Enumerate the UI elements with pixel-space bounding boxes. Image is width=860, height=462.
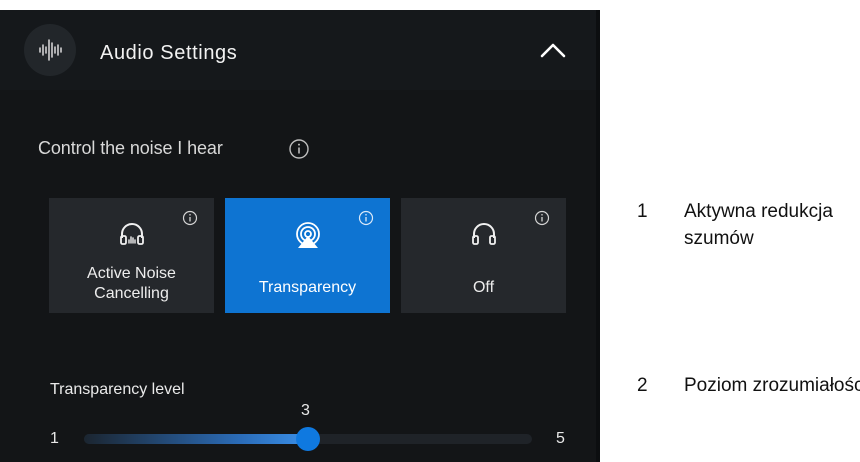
audio-waveform-icon [24,24,76,76]
slider-fill [84,434,308,444]
audio-settings-panel: Audio Settings Control the noise I hear [0,10,596,462]
panel-edge [596,10,600,462]
panel-title: Audio Settings [100,42,238,64]
mode-transparency-button[interactable]: Transparency [225,198,390,313]
headphones-icon [471,222,497,251]
slider-thumb[interactable] [296,427,320,451]
slider-max-label: 5 [556,430,565,447]
legend-number: 1 [637,201,648,222]
legend-text: Aktywna redukcja szumów [684,201,833,249]
slider-value-label: 3 [301,402,310,419]
info-icon[interactable] [358,210,374,231]
mode-off-button[interactable]: Off [401,198,566,313]
mode-label-line: Cancelling [94,285,169,302]
transparency-icon [293,222,323,255]
info-icon[interactable] [534,210,550,231]
legend-number: 2 [637,375,648,396]
info-icon[interactable] [182,210,198,231]
mode-label: Off [472,279,495,296]
slider-min-label: 1 [50,430,59,447]
noise-control-label: Control the noise I hear [38,138,223,158]
panel-header[interactable]: Audio Settings [0,10,596,90]
mode-label-line: Active Noise [87,265,176,282]
mode-label: Active Noise Cancelling [49,264,214,304]
transparency-level-label: Transparency level [50,381,185,398]
mode-anc-button[interactable]: Active Noise Cancelling [49,198,214,313]
legend-text: Poziom zrozumiałości [684,375,860,396]
mode-label: Transparency [258,279,357,296]
info-icon[interactable] [288,138,310,165]
headphones-anc-icon [119,222,145,251]
chevron-up-icon[interactable] [540,42,566,63]
